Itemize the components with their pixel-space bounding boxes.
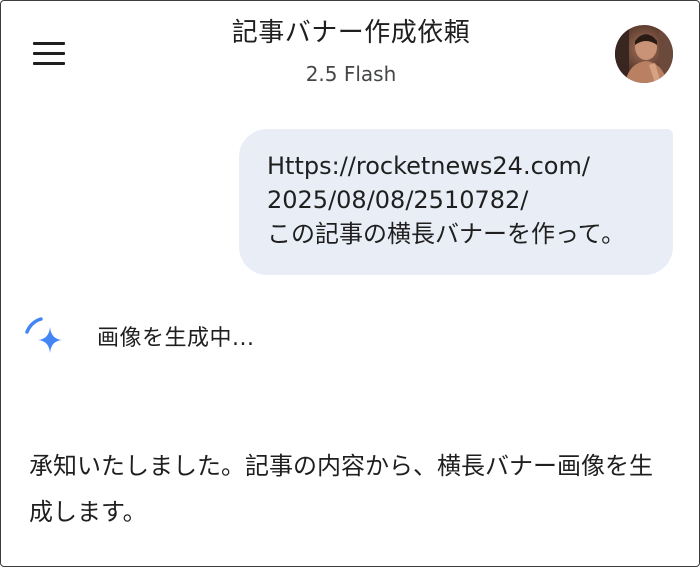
assistant-reply: 承知いたしました。記事の内容から、横長バナー画像を生成します。	[29, 452, 653, 526]
chat-screen: 記事バナー作成依頼 2.5 Flash Https://rocketnews24…	[0, 0, 700, 567]
generating-label: 画像を生成中...	[97, 326, 255, 351]
menu-button[interactable]	[25, 31, 73, 75]
header: 記事バナー作成依頼 2.5 Flash	[151, 15, 551, 87]
gemini-spark-loading-icon	[21, 310, 73, 362]
user-message-line: 2025/08/08/2510782/	[267, 186, 529, 214]
hamburger-menu-icon-bar	[33, 61, 65, 65]
user-message-line: Https://rocketnews24.com/	[267, 152, 590, 180]
avatar[interactable]	[615, 25, 673, 83]
hamburger-menu-icon	[33, 41, 65, 45]
chat-title[interactable]: 記事バナー作成依頼	[151, 15, 551, 51]
user-message-line: この記事の横長バナーを作って。	[267, 220, 626, 248]
user-avatar-icon	[615, 25, 673, 83]
generating-status: 画像を生成中...	[21, 306, 254, 366]
user-message-bubble: Https://rocketnews24.com/ 2025/08/08/251…	[239, 129, 673, 275]
model-selector[interactable]: 2.5 Flash	[151, 61, 551, 87]
hamburger-menu-icon-bar	[33, 51, 65, 55]
